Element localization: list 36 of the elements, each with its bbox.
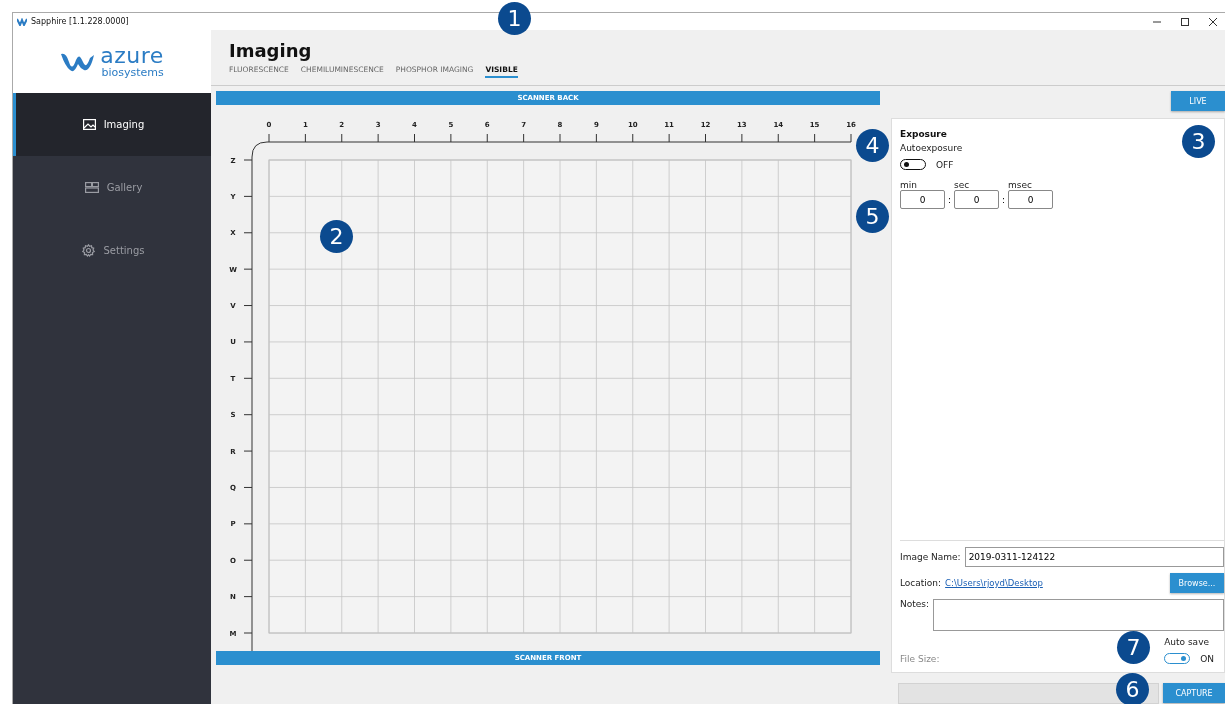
toggle-state: ON (1200, 653, 1214, 664)
autoexposure-label: Autoexposure (900, 143, 964, 153)
gallery-icon (84, 182, 99, 193)
nav-item[interactable]: Settings (13, 219, 211, 282)
image-name-label: Image Name: (900, 552, 961, 562)
page-title: Imaging (229, 40, 313, 61)
toggle-state: OFF (936, 159, 954, 170)
nav-item[interactable]: Gallery (13, 156, 211, 219)
live-button[interactable]: LIVE (1171, 91, 1225, 111)
exposure-heading: Exposure (900, 129, 948, 139)
logo-tagline: biosystems (101, 67, 164, 78)
settings-icon (82, 244, 96, 257)
time-label: sec (954, 180, 971, 190)
time-field[interactable]: 0 (1008, 190, 1054, 209)
time-field[interactable]: 0 (954, 190, 1000, 209)
file-size-label: File Size: (900, 654, 940, 664)
browse-button[interactable]: Browse... (1170, 573, 1224, 593)
logo-name: azure (100, 45, 164, 67)
capture-button[interactable]: CAPTURE (1163, 683, 1225, 703)
nav-item[interactable]: Imaging (13, 93, 211, 156)
window-title: Sapphire [1.1.228.0000] (31, 17, 129, 26)
time-label: msec (1008, 180, 1034, 190)
image-icon (82, 119, 96, 130)
notes-label: Notes: (900, 599, 930, 609)
location-link[interactable]: C:\Users\rjoyd\Desktop (945, 578, 1166, 588)
location-label: Location: (900, 578, 942, 588)
time-separator: : (948, 195, 952, 207)
maximize-icon[interactable] (1181, 17, 1189, 26)
auto-save-label: Auto save (1164, 637, 1210, 647)
time-label: min (900, 180, 918, 190)
app-icon (17, 17, 27, 26)
close-icon[interactable] (1209, 17, 1217, 26)
image-name-field[interactable]: 2019-0311-124122 (964, 547, 1224, 567)
notes-field[interactable] (933, 599, 1224, 631)
time-field[interactable]: 0 (900, 190, 945, 209)
time-separator: : (1002, 195, 1006, 207)
